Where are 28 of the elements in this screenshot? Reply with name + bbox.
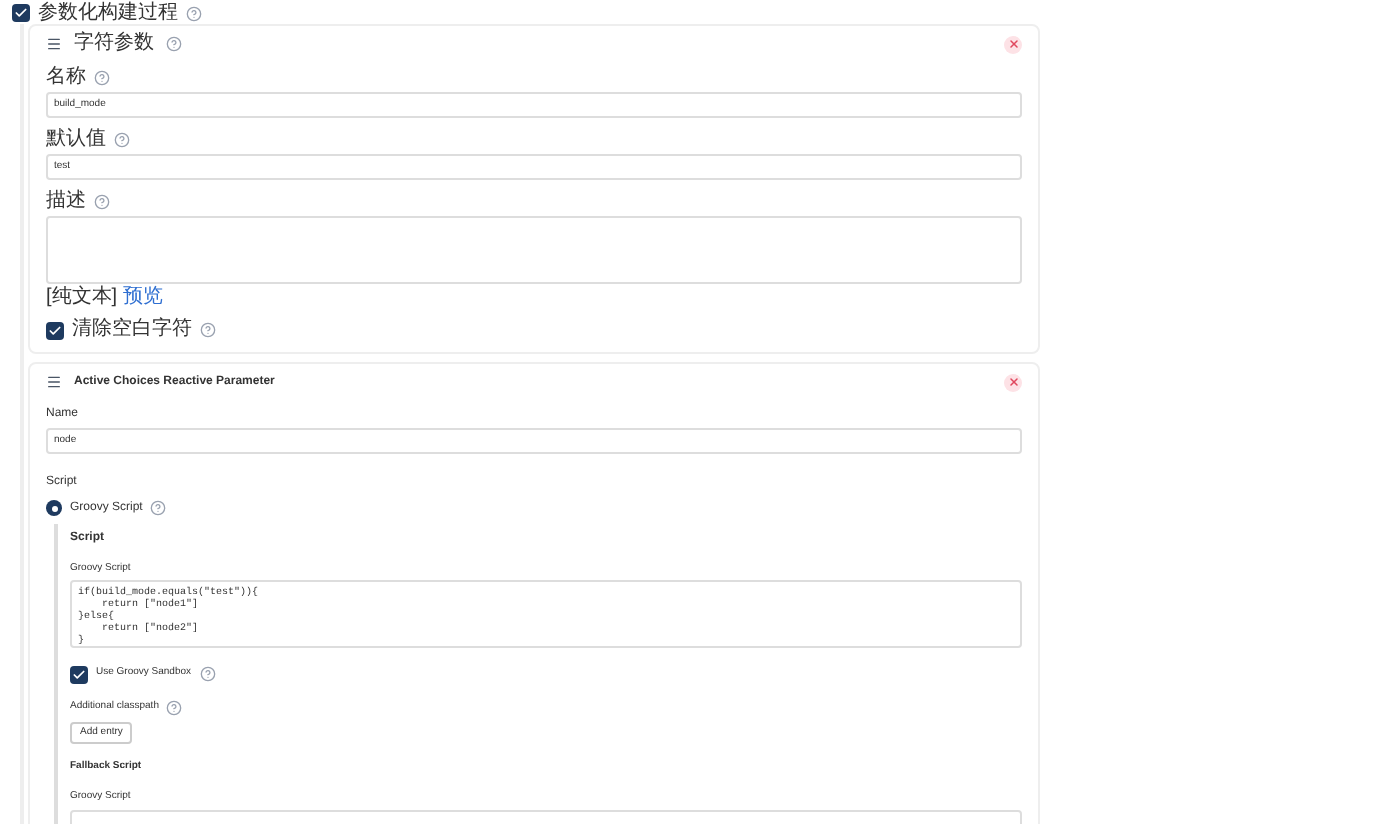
checkbox[interactable] xyxy=(12,4,30,22)
help-icon[interactable] xyxy=(114,132,130,148)
close-button[interactable] xyxy=(1004,35,1022,53)
preview-link[interactable]: 预览 xyxy=(123,287,164,307)
field-label: 名称 xyxy=(46,68,86,88)
close-icon xyxy=(1007,38,1019,50)
format-note: [纯文本] xyxy=(46,287,118,307)
help-icon[interactable] xyxy=(94,70,110,86)
help-icon[interactable] xyxy=(200,322,216,338)
close-button[interactable] xyxy=(1004,373,1022,391)
radio-button[interactable] xyxy=(46,500,62,516)
field-label: 描述 xyxy=(46,192,86,212)
checkbox[interactable] xyxy=(46,321,64,339)
drag-handle-icon[interactable] xyxy=(46,374,62,390)
help-icon[interactable] xyxy=(94,194,110,210)
help-icon[interactable] xyxy=(150,500,167,516)
checkbox-label: 清除空白字符 xyxy=(72,320,192,340)
checkbox-label: 参数化构建过程 xyxy=(38,3,178,23)
help-icon[interactable] xyxy=(199,666,216,682)
help-icon[interactable] xyxy=(166,700,183,716)
close-icon xyxy=(1007,376,1019,388)
text-area[interactable] xyxy=(46,216,1022,284)
help-icon[interactable] xyxy=(166,36,182,52)
panel-title: 字符参数 xyxy=(74,34,154,54)
field-label: 默认值 xyxy=(46,130,106,150)
drag-handle-icon[interactable] xyxy=(46,36,62,52)
checkbox[interactable] xyxy=(70,665,88,683)
help-icon[interactable] xyxy=(186,5,202,21)
